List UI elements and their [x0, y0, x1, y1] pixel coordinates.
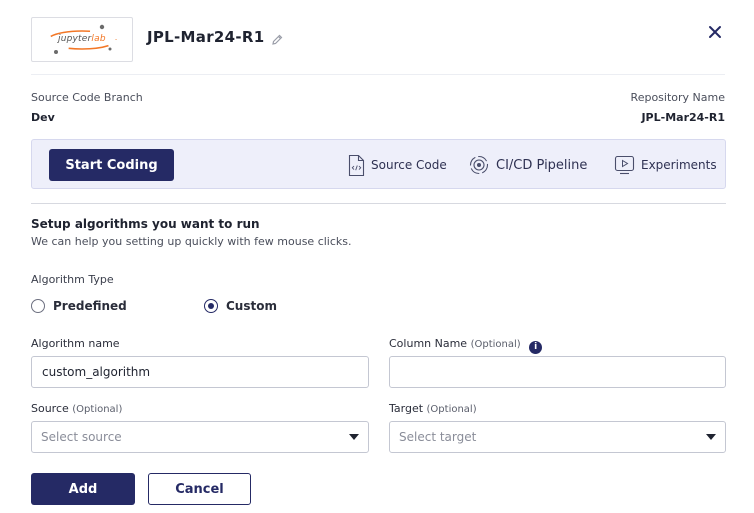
radio-circle-selected[interactable] [204, 299, 218, 313]
ci-cd-pipeline-link[interactable]: CI/CD Pipeline [468, 152, 587, 178]
ci-cd-pipeline-label: CI/CD Pipeline [496, 157, 588, 173]
radio-circle[interactable] [31, 299, 45, 313]
close-icon[interactable] [705, 22, 725, 42]
optional-tag: (Optional) [470, 339, 521, 350]
branch-label: Source Code Branch [31, 91, 143, 104]
algorithm-name-input[interactable] [31, 356, 369, 388]
jupyterlab-logo: jupyterlab [31, 17, 133, 62]
column-name-text: Column Name [389, 337, 468, 350]
experiments-link[interactable]: Experiments [614, 152, 717, 178]
radio-custom[interactable]: Custom [204, 299, 277, 313]
source-placeholder: Select source [41, 430, 122, 444]
page-title: JPL-Mar24-R1 [147, 28, 265, 46]
setup-subtitle: We can help you setting up quickly with … [31, 235, 352, 248]
source-code-label: Source Code [371, 158, 447, 172]
algorithm-type-label: Algorithm Type [31, 273, 114, 286]
caret-down-icon [706, 434, 716, 440]
column-name-input[interactable] [389, 356, 726, 388]
target-placeholder: Select target [399, 430, 477, 444]
branch-value: Dev [31, 111, 55, 124]
target-text: Target [389, 402, 424, 415]
experiments-label: Experiments [641, 158, 717, 172]
target-label: Target (Optional) [389, 402, 477, 415]
source-code-link[interactable]: Source Code [348, 152, 447, 178]
add-button[interactable]: Add [31, 473, 135, 505]
caret-down-icon [349, 434, 359, 440]
radio-predefined[interactable]: Predefined [31, 299, 127, 313]
info-icon[interactable]: i [529, 340, 543, 354]
target-select[interactable]: Select target [389, 421, 726, 453]
algorithm-name-label: Algorithm name [31, 337, 120, 350]
repository-label: Repository Name [630, 91, 725, 104]
cancel-button[interactable]: Cancel [148, 473, 251, 505]
file-code-icon [348, 154, 365, 177]
source-select[interactable]: Select source [31, 421, 369, 453]
jupyter-logo-icon: jupyterlab [46, 23, 118, 57]
optional-tag: (Optional) [426, 404, 477, 415]
pencil-icon[interactable] [271, 31, 284, 45]
source-label: Source (Optional) [31, 402, 122, 415]
radio-label: Predefined [53, 299, 127, 313]
repository-value: JPL-Mar24-R1 [641, 111, 725, 124]
actions-bar: Start Coding Source Code CI/CD Pipeline [31, 139, 726, 189]
pipeline-icon [468, 154, 490, 176]
start-coding-button[interactable]: Start Coding [49, 149, 174, 181]
divider [31, 203, 726, 204]
divider [31, 74, 725, 75]
play-screen-icon [614, 155, 635, 175]
setup-title: Setup algorithms you want to run [31, 217, 260, 231]
radio-label: Custom [226, 299, 277, 313]
title-row: JPL-Mar24-R1 [147, 28, 284, 46]
column-name-label: Column Name (Optional) i [389, 337, 543, 354]
optional-tag: (Optional) [72, 404, 123, 415]
source-text: Source [31, 402, 69, 415]
